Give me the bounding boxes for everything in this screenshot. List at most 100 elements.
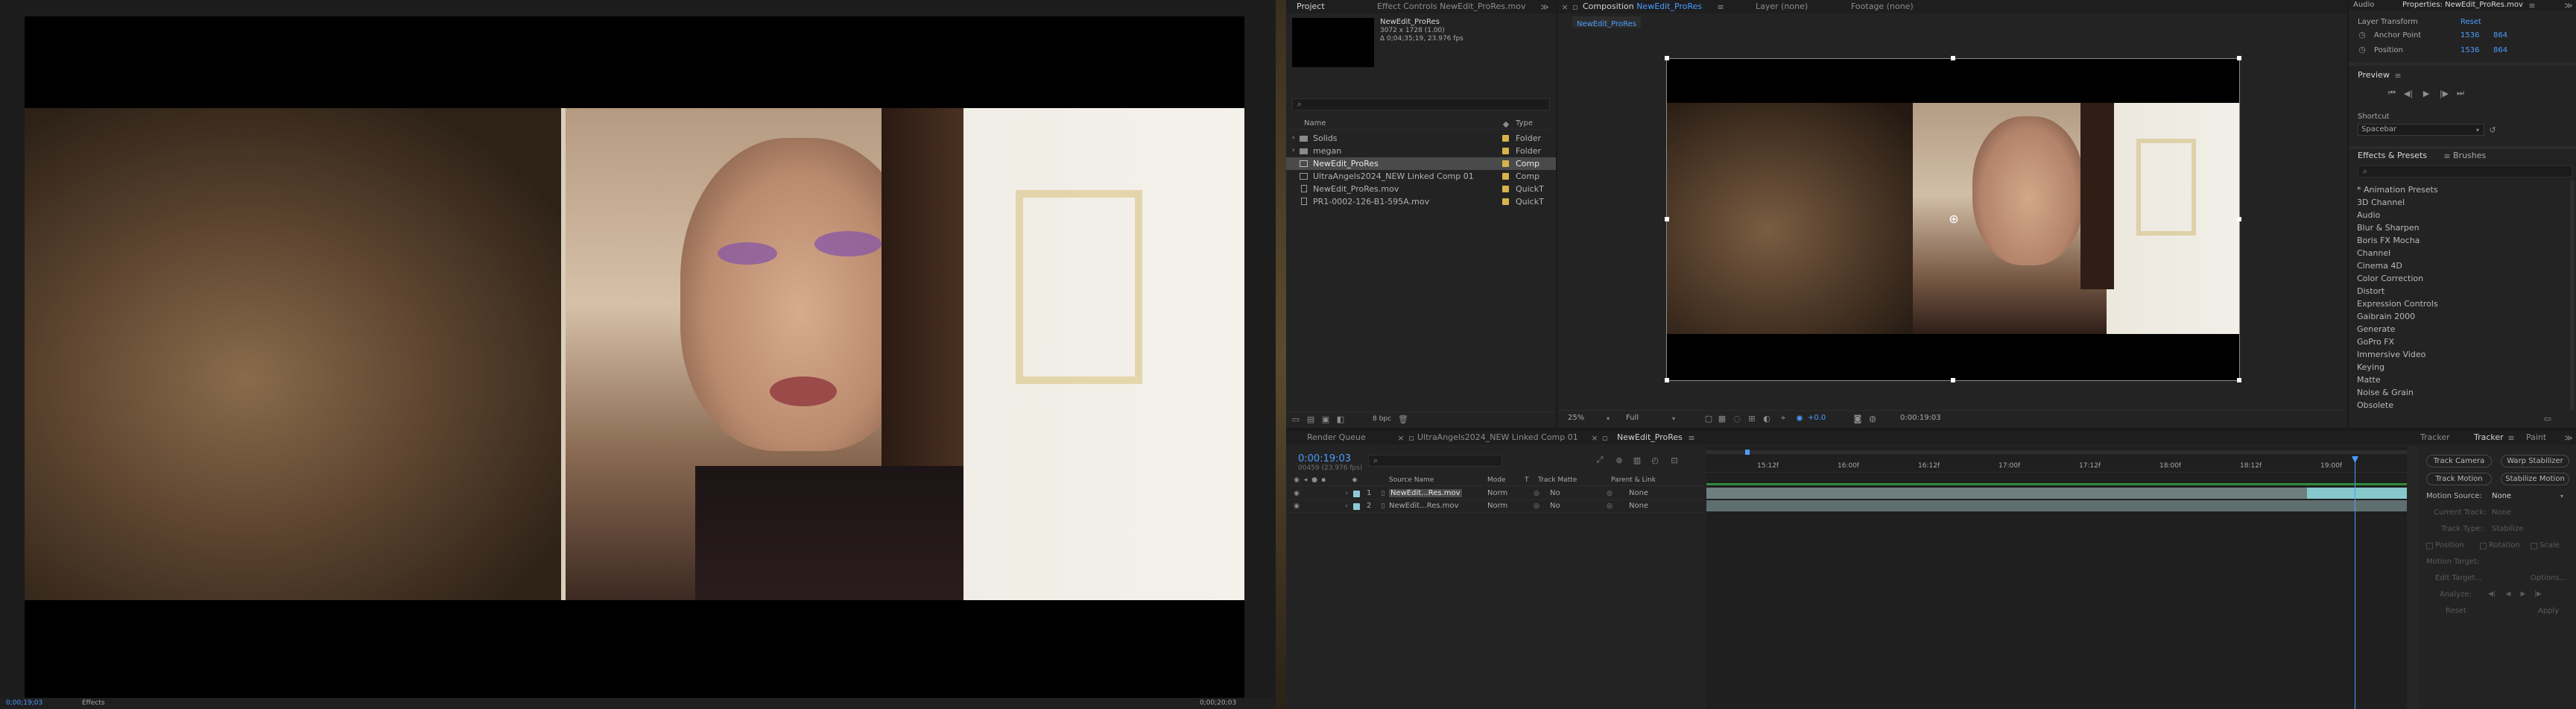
effect-category[interactable]: * Animation Presets: [2357, 183, 2438, 196]
position-y-value[interactable]: 864: [2493, 46, 2507, 54]
tab-paint[interactable]: Paint: [2526, 431, 2546, 444]
warp-stabilizer-button[interactable]: Warp Stabilizer: [2501, 455, 2569, 467]
tab-tracker-partial[interactable]: Tracker: [2420, 431, 2450, 444]
transform-handle-tc[interactable]: [1951, 56, 1955, 60]
layer-parent[interactable]: None: [1629, 489, 1648, 497]
work-area-bar[interactable]: [1706, 450, 2407, 454]
expand-icon[interactable]: ›: [1292, 132, 1295, 145]
anchor-point-icon[interactable]: ⊕: [1946, 211, 1961, 226]
layer-bar-1[interactable]: [1706, 488, 2407, 499]
col-t[interactable]: T: [1525, 476, 1529, 484]
exposure-icon[interactable]: ✺: [1794, 413, 1805, 423]
effect-category[interactable]: Gaibrain 2000: [2357, 310, 2415, 323]
play-icon[interactable]: ▶: [2420, 88, 2432, 98]
current-track-value[interactable]: None: [2492, 508, 2511, 517]
transform-handle-bl[interactable]: [1665, 378, 1669, 382]
effect-category[interactable]: Color Correction: [2357, 272, 2423, 285]
analyze-backward-icon[interactable]: ◀: [2504, 589, 2513, 599]
col-source-name[interactable]: Source Name: [1389, 476, 1434, 484]
timeline-search[interactable]: ⌕: [1368, 455, 1502, 467]
tab-project[interactable]: Project: [1297, 0, 1325, 13]
list-item[interactable]: UltraAngels2024_NEW Linked Comp 01 Comp: [1286, 170, 1556, 183]
tab-brushes[interactable]: Brushes: [2453, 151, 2486, 160]
effect-category[interactable]: Obsolete: [2357, 399, 2393, 412]
track-matte-icon[interactable]: ◎: [1532, 489, 1541, 498]
effect-category[interactable]: GoPro FX: [2357, 335, 2394, 348]
col-parent-link[interactable]: Parent & Link: [1611, 476, 1656, 484]
first-frame-icon[interactable]: ⏮: [2386, 88, 2398, 98]
list-item[interactable]: NewEdit_ProRes.mov QuickT: [1286, 183, 1556, 195]
lock-icon[interactable]: ▫: [1571, 1, 1580, 12]
tab-effect-controls[interactable]: Effect Controls NewEdit_ProRes.mov: [1377, 0, 1526, 13]
exposure-value[interactable]: +0.0: [1808, 414, 1826, 422]
tab-menu-icon[interactable]: ≡: [1715, 1, 1726, 12]
col-track-matte[interactable]: Track Matte: [1538, 476, 1577, 484]
shortcut-select[interactable]: Spacebar ▾: [2358, 124, 2484, 136]
layer-mode[interactable]: Norm: [1487, 502, 1507, 510]
effect-category[interactable]: Generate: [2357, 323, 2395, 335]
reset-icon[interactable]: ↺: [2487, 125, 2498, 135]
position-x-value[interactable]: 1536: [2461, 46, 2479, 54]
eye-icon[interactable]: ◉: [1292, 489, 1301, 498]
pickwhip-icon[interactable]: ◎: [1605, 489, 1614, 498]
expand-icon[interactable]: ›: [1292, 145, 1295, 157]
tab-effects-presets[interactable]: Effects & Presets: [2358, 151, 2427, 160]
list-item[interactable]: PR1-0002-126-B1-595A.mov QuickT: [1286, 195, 1556, 208]
track-camera-button[interactable]: Track Camera: [2426, 455, 2492, 467]
effects-scrollbar[interactable]: [2570, 180, 2575, 410]
trash-icon[interactable]: 🗑: [1398, 414, 1408, 424]
transparency-grid-icon[interactable]: ▦: [1717, 413, 1727, 423]
col-mode[interactable]: Mode: [1487, 476, 1506, 484]
panel-menu-icon[interactable]: ≫: [1539, 1, 1550, 12]
close-icon[interactable]: ×: [1590, 432, 1599, 443]
tab-linked-comp[interactable]: UltraAngels2024_NEW Linked Comp 01: [1417, 431, 1578, 444]
tab-layer[interactable]: Layer (none): [1756, 0, 1808, 13]
effect-category[interactable]: Immersive Video: [2357, 348, 2425, 361]
prev-frame-icon[interactable]: ◀|: [2402, 88, 2414, 98]
timeline-timecode[interactable]: 0:00:19:03: [1298, 453, 1351, 464]
list-item-selected[interactable]: NewEdit_ProRes Comp: [1286, 157, 1556, 170]
new-comp-icon[interactable]: ▣: [1320, 414, 1331, 424]
draft-3d-icon[interactable]: ⤢: [1595, 455, 1605, 465]
panel-menu-icon[interactable]: ≡: [2393, 70, 2402, 81]
tab-footage[interactable]: Footage (none): [1851, 0, 1914, 13]
options-button[interactable]: Options...: [2531, 574, 2566, 582]
timeline-area[interactable]: 15:12f 16:00f 16:12f 17:00f 17:12f 18:00…: [1706, 446, 2407, 709]
show-channel-icon[interactable]: ◍: [1867, 413, 1878, 423]
label-swatch[interactable]: [1502, 135, 1509, 142]
list-item[interactable]: › megan Folder: [1286, 145, 1556, 157]
frame-blend-icon[interactable]: ▥: [1632, 455, 1642, 465]
layer-mode[interactable]: Norm: [1487, 489, 1507, 497]
next-frame-icon[interactable]: |▶: [2438, 88, 2450, 98]
track-type-value[interactable]: Stabilize: [2492, 525, 2523, 533]
layer-source-name[interactable]: NewEdit...Res.mov: [1389, 489, 1462, 497]
bpc-label[interactable]: 8 bpc: [1373, 415, 1391, 423]
layer-bar-1-highlight[interactable]: [2307, 488, 2407, 499]
scale-checkbox[interactable]: [2531, 543, 2537, 549]
tab-tracker[interactable]: Tracker: [2474, 431, 2504, 444]
panel-menu-icon[interactable]: ≡: [2528, 0, 2537, 10]
transform-handle-bc[interactable]: [1951, 378, 1955, 382]
effect-category[interactable]: 3D Channel: [2357, 196, 2405, 209]
label-swatch[interactable]: [1502, 148, 1509, 154]
expand-icon[interactable]: ›: [1343, 502, 1350, 511]
anchor-x-value[interactable]: 1536: [2461, 31, 2479, 40]
analyze-back-icon[interactable]: ◀|: [2487, 589, 2496, 599]
transform-handle-br[interactable]: [2237, 378, 2241, 382]
label-swatch[interactable]: [1502, 198, 1509, 205]
stopwatch-icon[interactable]: ◷: [2358, 30, 2367, 40]
interpret-footage-icon[interactable]: ▭: [1291, 414, 1301, 424]
layer-bar-2[interactable]: [1706, 500, 2407, 511]
viewer-timecode[interactable]: 0;00;19;03: [6, 699, 42, 707]
panel-more-icon[interactable]: ≫: [2563, 0, 2574, 10]
label-swatch[interactable]: [1502, 173, 1509, 180]
graph-editor-icon[interactable]: ⊡: [1669, 455, 1680, 465]
col-name[interactable]: Name: [1304, 119, 1326, 127]
anchor-y-value[interactable]: 864: [2493, 31, 2507, 40]
grid-icon[interactable]: ⊞: [1747, 413, 1757, 423]
tracker-apply-button[interactable]: Apply: [2538, 607, 2559, 615]
layer-source-name[interactable]: NewEdit...Res.mov: [1389, 502, 1459, 510]
eye-icon[interactable]: ◉: [1292, 502, 1301, 511]
layer-track-matte[interactable]: No: [1550, 502, 1560, 510]
comp-breadcrumb[interactable]: NewEdit_ProRes: [1572, 16, 1641, 28]
